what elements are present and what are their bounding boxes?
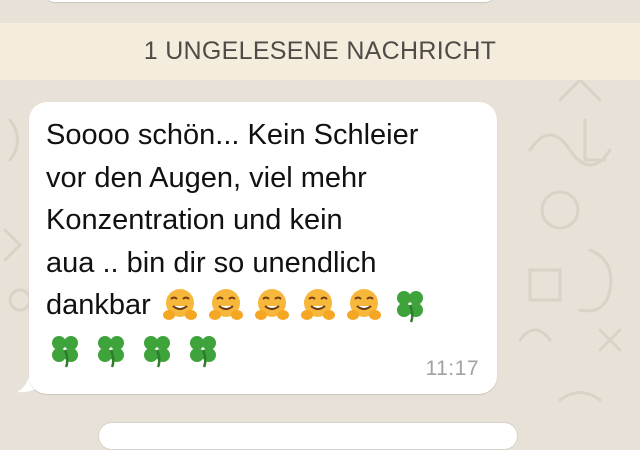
four-leaf-clover-icon — [92, 331, 130, 369]
message-line-5: dankbar — [46, 284, 477, 326]
hugging-face-icon — [253, 286, 291, 324]
four-leaf-clover-icon — [184, 331, 222, 369]
hugging-face-icon — [345, 286, 383, 324]
unread-messages-divider: 1 UNGELESENE NACHRICHT — [0, 23, 640, 80]
incoming-message[interactable]: Soooo schön... Kein Schleier vor den Aug… — [17, 102, 497, 394]
message-last-word: dankbar — [46, 288, 151, 321]
message-bubble[interactable]: Soooo schön... Kein Schleier vor den Aug… — [29, 102, 497, 394]
message-text: Soooo schön... Kein Schleier vor den Aug… — [46, 119, 419, 279]
hugging-face-icon — [207, 286, 245, 324]
four-leaf-clover-icon — [46, 331, 84, 369]
hugging-face-icon — [161, 286, 199, 324]
hugging-face-icon — [299, 286, 337, 324]
unread-divider-label: 1 UNGELESENE NACHRICHT — [143, 37, 497, 65]
message-line-6 — [46, 331, 230, 369]
message-timestamp: 11:17 — [425, 357, 479, 380]
previous-message-bubble[interactable] — [44, 0, 496, 2]
message-input-field[interactable] — [98, 422, 518, 450]
four-leaf-clover-icon — [138, 331, 176, 369]
four-leaf-clover-icon — [391, 286, 429, 324]
